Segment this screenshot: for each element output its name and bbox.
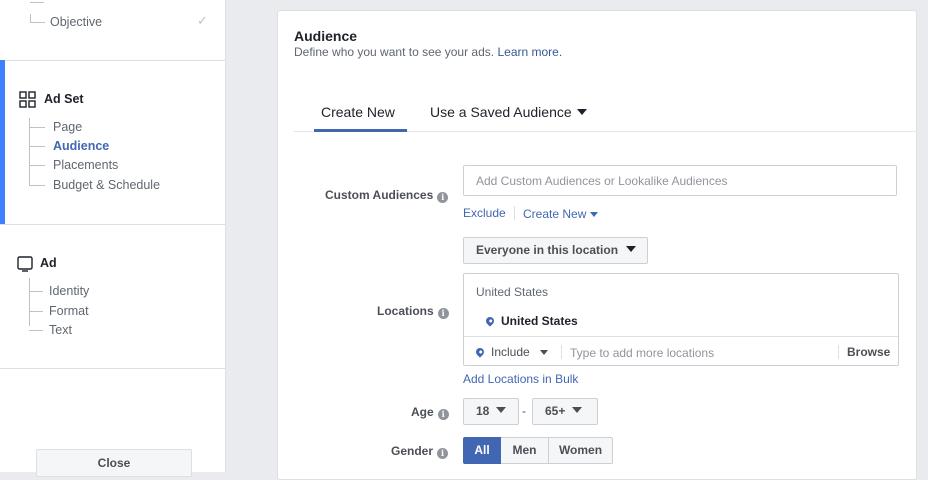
divider <box>561 345 562 359</box>
browse-button[interactable]: Browse <box>847 345 890 359</box>
dropdown-label: Everyone in this location <box>476 243 619 257</box>
gender-all-button[interactable]: All <box>463 437 501 464</box>
tab-label: Use a Saved Audience <box>430 104 572 120</box>
sidebar-section-objective: Objective ✓ <box>0 0 226 61</box>
ad-set-grid-icon <box>19 91 36 108</box>
sidebar-section-title-ad[interactable]: Ad <box>40 256 57 270</box>
sidebar-item-audience[interactable]: Audience <box>29 137 209 156</box>
sidebar-item-format[interactable]: Format <box>29 302 209 321</box>
info-icon[interactable]: i <box>437 448 449 459</box>
custom-audiences-input[interactable] <box>474 166 888 196</box>
locations-box: United States United States Include Brow… <box>463 273 899 366</box>
caret-down-icon <box>572 407 583 413</box>
sidebar-item-label: Text <box>49 323 72 337</box>
tree-connector <box>30 0 44 3</box>
tree-connector <box>30 14 45 23</box>
selected-location-label: United States <box>501 314 578 328</box>
age-min-value: 18 <box>476 404 490 418</box>
info-icon[interactable]: i <box>437 409 449 420</box>
sidebar-item-identity[interactable]: Identity <box>29 282 209 301</box>
sidebar-item-label: Identity <box>49 284 90 298</box>
locations-label: Locations i <box>377 304 449 319</box>
active-section-indicator <box>0 60 5 224</box>
age-separator: - <box>522 404 526 418</box>
close-button[interactable]: Close <box>36 449 192 477</box>
audience-card: Audience Define who you want to see your… <box>277 10 917 480</box>
field-label-text: Age <box>411 405 434 419</box>
section-title: Audience <box>294 28 358 44</box>
field-label-text: Gender <box>391 444 434 458</box>
create-new-label: Create New <box>523 207 587 221</box>
tab-use-saved-audience[interactable]: Use a Saved Audience <box>430 104 587 120</box>
sidebar-item-label: Page <box>53 120 83 134</box>
exclude-link[interactable]: Exclude <box>463 206 506 220</box>
selected-location[interactable]: United States <box>484 314 578 328</box>
caret-down-icon <box>576 109 587 115</box>
sidebar-item-label: Audience <box>53 139 110 153</box>
caret-down-icon <box>590 212 599 217</box>
gender-women-button[interactable]: Women <box>549 437 613 464</box>
location-country-header: United States <box>476 285 549 299</box>
location-search-bar: Include Browse <box>464 336 898 367</box>
check-icon: ✓ <box>197 13 208 28</box>
sidebar-item-label: Format <box>49 304 89 318</box>
link-divider <box>514 206 515 220</box>
field-label-text: Custom Audiences <box>325 188 434 202</box>
create-new-dropdown[interactable]: Create New <box>523 207 599 221</box>
active-tab-indicator <box>314 129 407 132</box>
sidebar-item-text[interactable]: Text <box>29 321 209 340</box>
sidebar-item-budget-schedule[interactable]: Budget & Schedule <box>29 176 209 195</box>
description-text: Define who you want to see your ads. <box>294 45 495 59</box>
sidebar-item-placements[interactable]: Placements <box>29 156 209 175</box>
tab-create-new[interactable]: Create New <box>321 104 395 120</box>
age-label: Age i <box>411 405 449 420</box>
learn-more-link[interactable]: Learn more. <box>497 45 562 59</box>
include-label: Include <box>491 345 530 359</box>
age-max-dropdown[interactable]: 65+ <box>532 398 598 425</box>
custom-audiences-field[interactable] <box>463 165 897 196</box>
section-description: Define who you want to see your ads. Lea… <box>294 45 562 59</box>
age-max-value: 65+ <box>545 404 566 418</box>
caret-down-icon <box>496 407 507 413</box>
location-scope-dropdown[interactable]: Everyone in this location <box>463 237 648 264</box>
sidebar-section-ad-set: Ad Set Page Audience Placements Budget &… <box>0 60 226 225</box>
info-icon[interactable]: i <box>437 192 449 203</box>
gender-segmented-control: All Men Women <box>463 437 613 464</box>
divider <box>838 345 839 359</box>
sidebar-item-label: Placements <box>53 158 119 172</box>
gender-men-button[interactable]: Men <box>501 437 549 464</box>
caret-down-icon <box>539 350 548 355</box>
include-dropdown[interactable]: Include <box>474 345 548 359</box>
add-locations-in-bulk-link[interactable]: Add Locations in Bulk <box>463 372 578 386</box>
gender-label: Gender i <box>391 444 449 459</box>
caret-down-icon <box>626 246 637 252</box>
sidebar-item-page[interactable]: Page <box>29 118 209 137</box>
sidebar-nav: Objective ✓ Ad Set Page Audience Placeme… <box>0 0 226 477</box>
info-icon[interactable]: i <box>437 308 449 319</box>
sidebar-item-label: Budget & Schedule <box>53 178 161 192</box>
sidebar-section-ad: Ad Identity Format Text <box>0 224 226 369</box>
sidebar-section-title-ad-set[interactable]: Ad Set <box>44 92 84 106</box>
custom-audiences-label: Custom Audiences i <box>325 188 449 203</box>
field-label-text: Locations <box>377 304 434 318</box>
location-search-input[interactable] <box>568 341 832 365</box>
sidebar-item-objective[interactable]: Objective <box>50 15 102 29</box>
location-pin-icon <box>484 315 496 327</box>
ad-monitor-icon <box>17 256 33 272</box>
age-min-dropdown[interactable]: 18 <box>463 398 519 425</box>
location-pin-icon <box>474 346 486 358</box>
